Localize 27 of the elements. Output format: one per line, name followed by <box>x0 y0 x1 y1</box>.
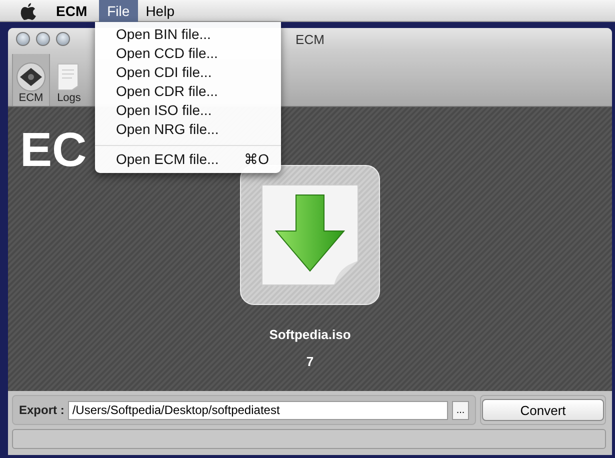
menu-item[interactable]: Open ISO file... <box>95 101 281 120</box>
export-label: Export : <box>19 403 64 417</box>
menu-bar-item[interactable]: File <box>99 0 138 22</box>
browse-button[interactable]: ... <box>452 400 469 420</box>
menu-item[interactable]: Open CDR file... <box>95 82 281 101</box>
toolbar-tab[interactable]: Logs <box>50 54 88 106</box>
download-document-icon <box>260 183 360 287</box>
menu-item[interactable]: Open CDI file... <box>95 63 281 82</box>
export-path-field[interactable]: /Users/Softpedia/Desktop/softpediatest <box>68 400 448 420</box>
disc-icon <box>16 62 46 92</box>
file-tile[interactable] <box>240 165 380 305</box>
menu-item[interactable]: Open CCD file... <box>95 44 281 63</box>
close-button[interactable] <box>16 32 30 46</box>
minimize-button[interactable] <box>36 32 50 46</box>
file-count: 7 <box>306 354 314 369</box>
toolbar-tab[interactable]: ECM <box>12 54 50 106</box>
apple-icon[interactable] <box>20 2 36 20</box>
file-name: Softpedia.iso <box>269 327 351 342</box>
app-menu[interactable]: ECM <box>48 0 96 22</box>
menu-item[interactable]: Open ECM file... ⌘O <box>95 150 281 169</box>
app-title: EC <box>20 123 87 179</box>
window-title: ECM <box>296 32 324 46</box>
zoom-button[interactable] <box>56 32 70 46</box>
convert-button[interactable]: Convert <box>482 399 604 421</box>
menu-item[interactable]: Open NRG file... <box>95 120 281 139</box>
menu-item[interactable]: Open BIN file... <box>95 25 281 44</box>
menu-bar-item[interactable]: Help <box>138 0 182 22</box>
